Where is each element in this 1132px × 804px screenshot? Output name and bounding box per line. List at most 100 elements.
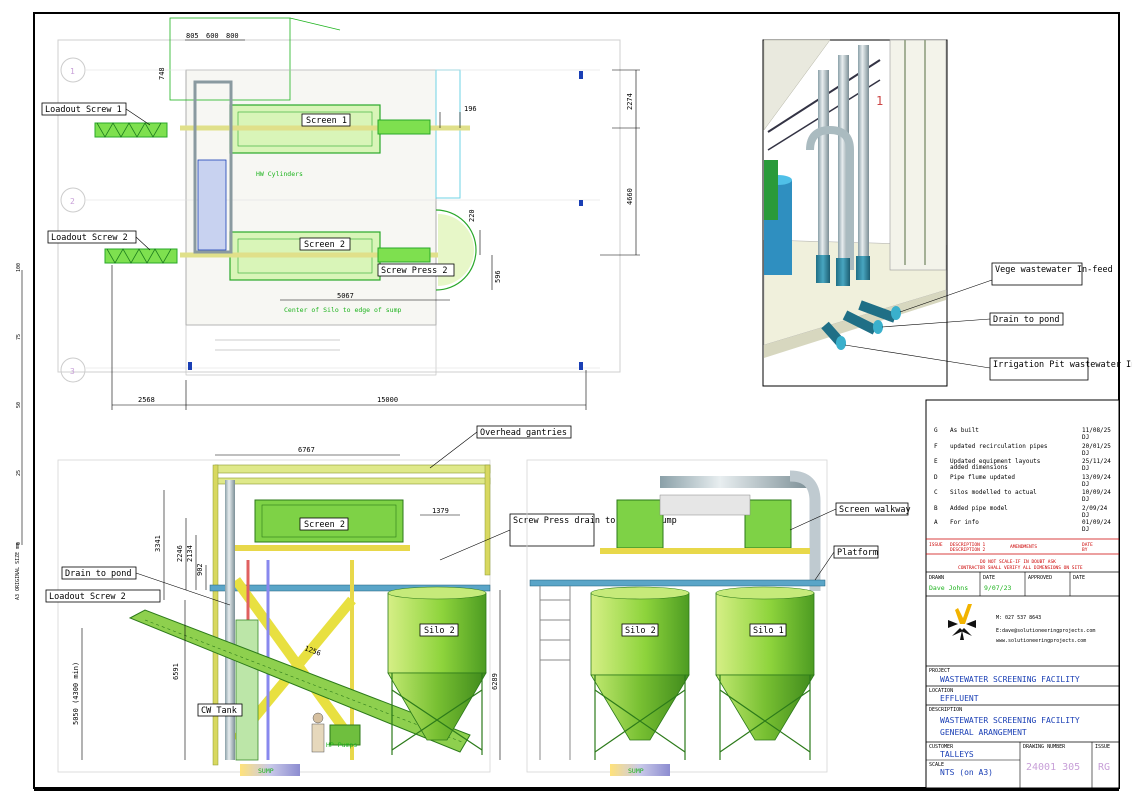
- rev-b-date: 2/09/24: [1082, 505, 1108, 512]
- dim-196: 196: [464, 105, 477, 113]
- rev-header-issue: ISSUE: [929, 542, 943, 548]
- grid-bubble-2: 2: [70, 197, 75, 206]
- rev-g-desc: As built: [950, 427, 979, 434]
- contact-mobile: M: 027 537 8643: [996, 615, 1041, 621]
- rev-b-issue: B: [934, 505, 938, 512]
- rev-f-desc: updated recirculation pipes: [950, 443, 1048, 450]
- rev-c-date: 10/09/24: [1082, 489, 1111, 496]
- margin-ruler: 100 75 50 25 0 A3 ORIGINAL SIZE mm: [15, 263, 23, 600]
- dim-1379: 1379: [432, 507, 449, 515]
- contact-web: www.solutioneeringprojects.com: [996, 638, 1086, 644]
- date-label: DATE: [983, 575, 995, 581]
- label-screw-press-2: Screw Press 2: [381, 266, 448, 276]
- scale-value: NTS (on A3): [940, 768, 993, 777]
- ruler-note: A3 ORIGINAL SIZE mm: [15, 543, 21, 600]
- warning-verify: CONTRACTOR SHALL VERIFY ALL DIMENSIONS O…: [958, 565, 1083, 571]
- rev-b-desc: Added pipe model: [950, 505, 1008, 512]
- rev-a-date: 01/09/24: [1082, 519, 1111, 526]
- callout-loadout-screw-2-side: Loadout Screw 2: [49, 592, 126, 602]
- rev-c-desc: Silos modelled to actual: [950, 489, 1037, 496]
- label-loadout-screw-2: Loadout Screw 2: [51, 233, 128, 243]
- dim-596: 596: [494, 270, 502, 283]
- ruler-25: 25: [16, 470, 22, 476]
- callout-cw-tank: CW Tank: [201, 706, 237, 716]
- rev-e-desc2: added dimensions: [950, 464, 1008, 471]
- label-silo-2-side: Silo 2: [424, 626, 455, 636]
- rev-f-issue: F: [934, 443, 938, 450]
- rev-f-by: DJ: [1082, 450, 1089, 457]
- drawing-number-label: DRAWING NUMBER: [1023, 744, 1066, 750]
- rev-f-date: 20/01/25: [1082, 443, 1111, 450]
- dim-6289: 6289: [491, 673, 499, 690]
- rev-a-by: DJ: [1082, 526, 1089, 533]
- callout-screen-walkway: Screen walkway: [839, 505, 911, 515]
- dim-805: 805: [186, 32, 199, 40]
- label-silo-2-end: Silo 2: [625, 626, 656, 636]
- detail-view: 1 Vege wastewater In-feed Drain to pond …: [762, 39, 1132, 387]
- dim-5067: 5067: [337, 292, 354, 300]
- grid-bubble-1: 1: [70, 67, 75, 76]
- rev-e-date: 25/11/24: [1082, 458, 1111, 465]
- side-elevation: Overhead gantries Screw Press drain to S…: [45, 425, 677, 776]
- plan-view: 1 2 3 Loadout Screw 1 Loadout Screw 2 Sc…: [41, 17, 640, 410]
- grid-bubble-3: 3: [70, 367, 75, 376]
- dim-902: 902: [196, 563, 204, 576]
- label-centre-note: Center of Silo to edge of sump: [284, 306, 401, 314]
- rev-e-by: DJ: [1082, 465, 1089, 472]
- drawn-label: DRAWN: [929, 575, 944, 581]
- rev-header-by: BY: [1082, 547, 1088, 553]
- label-sump-side: SUMP: [258, 767, 274, 775]
- rev-g-date: 11/08/25: [1082, 427, 1111, 434]
- callout-platform: Platform: [837, 548, 878, 558]
- callout-drain-to-pond: Drain to pond: [993, 315, 1060, 325]
- rev-header-desc2: DESCRIPTION 2: [950, 547, 986, 553]
- contact-email: E:dave@solutioneeringprojects.com: [996, 628, 1095, 634]
- dim-800: 800: [226, 32, 239, 40]
- callout-vege-wastewater: Vege wastewater In-feed: [995, 265, 1113, 275]
- rev-b-by: DJ: [1082, 512, 1089, 519]
- rev-a-issue: A: [934, 519, 938, 526]
- dim-600: 600: [206, 32, 219, 40]
- customer-value: TALLEYS: [940, 750, 974, 759]
- callout-irrigation: Irrigation Pit wastewater In-feed: [993, 360, 1132, 370]
- dim-748: 748: [158, 67, 166, 80]
- date-value: 9/07/23: [984, 584, 1011, 592]
- dim-3341: 3341: [154, 535, 162, 552]
- rev-d-date: 13/09/24: [1082, 474, 1111, 481]
- label-hp-pumps: HP Pumps: [326, 741, 357, 749]
- dim-2246: 2246: [176, 545, 184, 562]
- label-screen-2: Screen 2: [304, 240, 345, 250]
- end-elevation: Screen walkway Platform Silo 2 Silo 1 SU…: [526, 459, 911, 776]
- project-label: PROJECT: [929, 668, 950, 674]
- rev-header-amendments: AMENDMENTS: [1010, 544, 1037, 550]
- warning-do-not-scale: DO NOT SCALE-IF IN DOUBT ASK: [980, 559, 1056, 565]
- description-label: DESCRIPTION: [929, 707, 962, 713]
- drawing-number-value: 24001 305: [1026, 762, 1080, 773]
- rev-d-desc: Pipe flume updated: [950, 474, 1015, 481]
- dim-6591: 6591: [172, 663, 180, 680]
- drawn-value: Dave Johns: [929, 584, 968, 592]
- title-block: G As built 11/08/25 DJ F updated recircu…: [925, 399, 1120, 789]
- rev-e-issue: E: [934, 458, 938, 465]
- description-line-1: WASTEWATER SCREENING FACILITY: [940, 716, 1080, 725]
- dim-220: 220: [468, 209, 476, 222]
- location-value: EFFLUENT: [940, 694, 979, 703]
- rev-c-by: DJ: [1082, 496, 1089, 503]
- ruler-75: 75: [16, 334, 22, 340]
- dim-2274: 2274: [626, 93, 634, 110]
- label-sump-end: SUMP: [628, 767, 644, 775]
- rev-c-issue: C: [934, 489, 938, 496]
- rev-g-issue: G: [934, 427, 938, 434]
- rev-d-issue: D: [934, 474, 938, 481]
- drawing-sheet: 100 75 50 25 0 A3 ORIGINAL SIZE mm 1 2 3: [15, 12, 1132, 791]
- rev-d-by: DJ: [1082, 481, 1089, 488]
- detail-grid-mark: 1: [876, 94, 883, 108]
- issue-value: RG: [1098, 762, 1110, 773]
- approved-label: APPROVED: [1028, 575, 1052, 581]
- dim-15000: 15000: [377, 396, 398, 404]
- label-screen-1: Screen 1: [306, 116, 347, 126]
- label-hw-cylinders: HW Cylinders: [256, 170, 303, 178]
- description-line-2: GENERAL ARANGEMENT: [940, 728, 1027, 737]
- rev-g-by: DJ: [1082, 434, 1089, 441]
- dim-2568: 2568: [138, 396, 155, 404]
